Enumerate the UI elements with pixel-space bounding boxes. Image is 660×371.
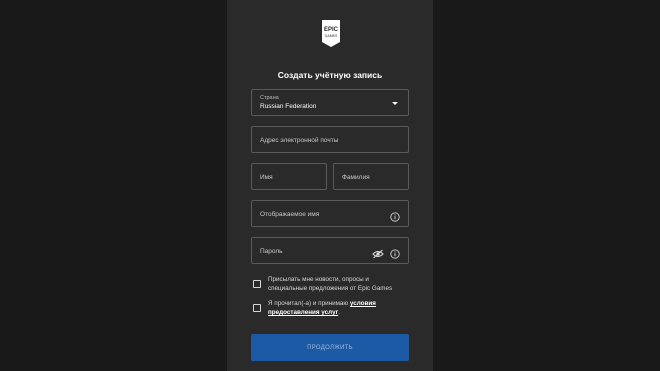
- country-select[interactable]: Страна Russian Federation: [251, 89, 409, 116]
- display-name-field[interactable]: Отображаемое имя: [251, 200, 409, 227]
- eye-slash-icon[interactable]: [372, 246, 384, 264]
- terms-text: Я прочитал(-а) и принимаю условия предос…: [268, 299, 418, 317]
- terms-link-continued[interactable]: предоставления услуг: [268, 309, 338, 316]
- continue-button[interactable]: продолжить: [251, 334, 409, 361]
- last-name-field[interactable]: Фамилия: [333, 163, 409, 190]
- email-field[interactable]: Адрес электронной почты: [251, 126, 409, 153]
- country-label: Страна: [260, 95, 279, 101]
- newsletter-text: Присылать мне новости, опросы и специаль…: [268, 275, 418, 293]
- last-name-placeholder: Фамилия: [342, 174, 370, 181]
- password-field[interactable]: Пароль: [251, 237, 409, 264]
- newsletter-line-2: специальные предложения от Epic Games: [268, 285, 393, 292]
- epic-games-logo: EPIC GAMES: [322, 20, 340, 47]
- newsletter-line-1: Присылать мне новости, опросы и: [268, 276, 369, 283]
- terms-link[interactable]: условия: [350, 300, 376, 307]
- first-name-field[interactable]: Имя: [251, 163, 327, 190]
- page-title: Создать учётную запись: [277, 70, 383, 80]
- terms-prefix: Я прочитал(-а) и принимаю: [268, 300, 349, 307]
- chevron-down-icon: [392, 102, 398, 105]
- display-name-placeholder: Отображаемое имя: [260, 211, 320, 218]
- terms-suffix: .: [338, 309, 340, 316]
- info-icon[interactable]: [390, 209, 400, 227]
- newsletter-checkbox[interactable]: [253, 280, 261, 288]
- info-icon[interactable]: [390, 246, 400, 264]
- country-value: Russian Federation: [260, 103, 317, 110]
- password-placeholder: Пароль: [260, 248, 283, 255]
- page-background: EPIC GAMES Создать учётную запись Страна…: [0, 0, 660, 371]
- logo-text-epic: EPIC: [324, 27, 339, 33]
- terms-checkbox[interactable]: [253, 304, 261, 312]
- logo-text-games: GAMES: [325, 34, 338, 38]
- first-name-placeholder: Имя: [260, 174, 273, 181]
- email-placeholder: Адрес электронной почты: [260, 137, 339, 144]
